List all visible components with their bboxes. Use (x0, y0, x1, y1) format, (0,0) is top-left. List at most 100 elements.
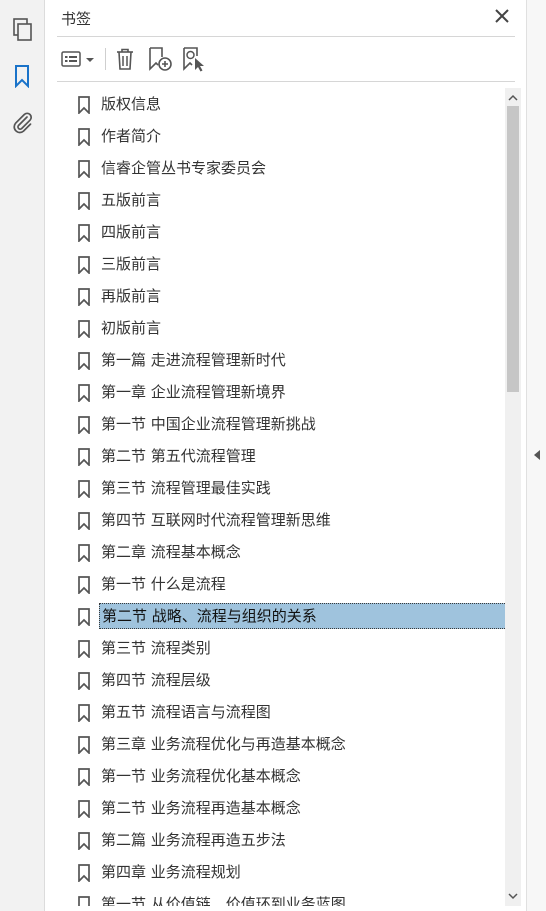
bookmark-label: 第一篇 走进流程管理新时代 (101, 351, 286, 369)
find-current-bookmark-button[interactable] (179, 44, 209, 74)
bookmark-icon (77, 384, 91, 404)
bookmark-icon (77, 736, 91, 756)
bookmark-label: 信睿企管丛书专家委员会 (101, 159, 267, 177)
bookmarks-app: 书签 版权信息 作者简介 信睿企管丛书专家委员会 五版前言 四版前言 三版前言 … (0, 0, 546, 911)
bookmarks-rail-button[interactable] (9, 63, 35, 89)
bookmark-icon (77, 160, 91, 180)
find-current-bookmark-icon (183, 47, 204, 72)
bookmark-icon (77, 576, 91, 596)
toolbar-divider (105, 48, 106, 70)
bookmark-label: 版权信息 (101, 95, 162, 113)
bookmark-icon (77, 672, 91, 692)
bookmark-item[interactable]: 第四章 业务流程规划 (73, 858, 507, 886)
close-icon (495, 9, 509, 23)
bookmark-item[interactable]: 第二章 流程基本概念 (73, 538, 507, 566)
bookmark-item[interactable]: 第二节 战略、流程与组织的关系 (73, 602, 507, 630)
bookmark-label: 第二节 业务流程再造基本概念 (101, 799, 301, 817)
chevron-down-icon (508, 893, 518, 900)
bookmark-icon (77, 224, 91, 244)
scroll-down-button[interactable] (505, 888, 521, 904)
bookmark-item[interactable]: 第一节 中国企业流程管理新挑战 (73, 410, 507, 438)
bookmark-item[interactable]: 第一节 从价值链、价值环到业务蓝图 (73, 890, 507, 906)
bookmark-item[interactable]: 四版前言 (73, 218, 507, 246)
bookmark-label: 第一节 从价值链、价值环到业务蓝图 (101, 895, 346, 906)
bookmark-item[interactable]: 第二篇 业务流程再造五步法 (73, 826, 507, 854)
bookmark-item[interactable]: 第一章 企业流程管理新境界 (73, 378, 507, 406)
bookmark-icon (77, 704, 91, 724)
bookmark-icon (77, 256, 91, 276)
bookmark-icon (15, 65, 29, 88)
bookmark-label: 第二节 战略、流程与组织的关系 (99, 603, 507, 629)
close-panel-button[interactable] (492, 6, 512, 26)
bookmark-item[interactable]: 第四节 互联网时代流程管理新思维 (73, 506, 507, 534)
bookmark-label: 三版前言 (101, 255, 162, 273)
bookmark-icon (77, 864, 91, 884)
bookmark-icon (77, 544, 91, 564)
bookmark-item[interactable]: 再版前言 (73, 282, 507, 310)
bookmark-label: 第三章 业务流程优化与再造基本概念 (101, 735, 346, 753)
bookmark-icon (77, 640, 91, 660)
bookmark-label: 五版前言 (101, 191, 162, 209)
bookmark-icon (77, 832, 91, 852)
bookmark-icon (77, 192, 91, 212)
page-thumbnails-button[interactable] (9, 17, 35, 43)
left-navigation-rail (0, 0, 45, 911)
bookmark-label: 四版前言 (101, 223, 162, 241)
bookmark-label: 初版前言 (101, 319, 162, 337)
bookmark-item[interactable]: 三版前言 (73, 250, 507, 278)
bookmark-label: 第二节 第五代流程管理 (101, 447, 256, 465)
options-menu-button[interactable] (59, 44, 99, 74)
bookmark-item[interactable]: 信睿企管丛书专家委员会 (73, 154, 507, 182)
chevron-up-icon (508, 94, 518, 101)
bookmark-item[interactable]: 第一篇 走进流程管理新时代 (73, 346, 507, 374)
bookmark-item[interactable]: 第三章 业务流程优化与再造基本概念 (73, 730, 507, 758)
bookmarks-toolbar (57, 42, 515, 78)
attachment-icon (13, 112, 33, 134)
bookmark-item[interactable]: 五版前言 (73, 186, 507, 214)
bookmark-label: 第一章 企业流程管理新境界 (101, 383, 286, 401)
bookmark-label: 第一节 中国企业流程管理新挑战 (101, 415, 316, 433)
bookmark-label: 第五节 流程语言与流程图 (101, 703, 271, 721)
bookmark-icon (77, 768, 91, 788)
chevron-left-icon (534, 450, 540, 460)
delete-bookmark-button[interactable] (111, 44, 139, 74)
bookmark-icon (77, 288, 91, 308)
bookmark-item[interactable]: 第二节 第五代流程管理 (73, 442, 507, 470)
trash-icon (117, 48, 133, 70)
bookmark-item[interactable]: 初版前言 (73, 314, 507, 342)
vertical-scrollbar[interactable] (505, 88, 521, 906)
bookmark-item[interactable]: 第四节 流程层级 (73, 666, 507, 694)
panel-title: 书签 (61, 10, 92, 28)
attachments-button[interactable] (9, 109, 35, 135)
bookmark-item[interactable]: 第一节 什么是流程 (73, 570, 507, 598)
bookmark-icon (77, 320, 91, 340)
bookmark-label: 第二篇 业务流程再造五步法 (101, 831, 286, 849)
bookmark-label: 作者简介 (101, 127, 162, 145)
bookmark-label: 第四章 业务流程规划 (101, 863, 241, 881)
bookmark-item[interactable]: 第三节 流程类别 (73, 634, 507, 662)
bookmark-item[interactable]: 版权信息 (73, 90, 507, 118)
new-bookmark-button[interactable] (145, 44, 175, 74)
expand-pane-button[interactable] (533, 446, 543, 460)
options-list-icon (61, 51, 94, 67)
pages-icon (13, 18, 32, 41)
bookmark-icon (77, 96, 91, 116)
bookmark-icon (77, 352, 91, 372)
bookmark-item[interactable]: 第二节 业务流程再造基本概念 (73, 794, 507, 822)
bookmarks-panel: 书签 版权信息 作者简介 信睿企管丛书专家委员会 五版前言 四版前言 三版前言 … (45, 0, 526, 911)
header-divider (57, 36, 515, 37)
toolbar-divider-bottom (57, 81, 515, 82)
bookmark-label: 第二章 流程基本概念 (101, 543, 241, 561)
bookmark-icon (77, 608, 91, 628)
bookmark-label: 再版前言 (101, 287, 162, 305)
scrollbar-thumb[interactable] (507, 106, 519, 392)
bookmark-label: 第一节 什么是流程 (101, 575, 226, 593)
bookmark-item[interactable]: 作者简介 (73, 122, 507, 150)
bookmark-item[interactable]: 第三节 流程管理最佳实践 (73, 474, 507, 502)
bookmark-item[interactable]: 第五节 流程语言与流程图 (73, 698, 507, 726)
scroll-up-button[interactable] (505, 90, 521, 106)
right-rail (526, 0, 546, 911)
bookmark-icon (77, 128, 91, 148)
bookmark-icon (77, 448, 91, 468)
bookmark-item[interactable]: 第一节 业务流程优化基本概念 (73, 762, 507, 790)
